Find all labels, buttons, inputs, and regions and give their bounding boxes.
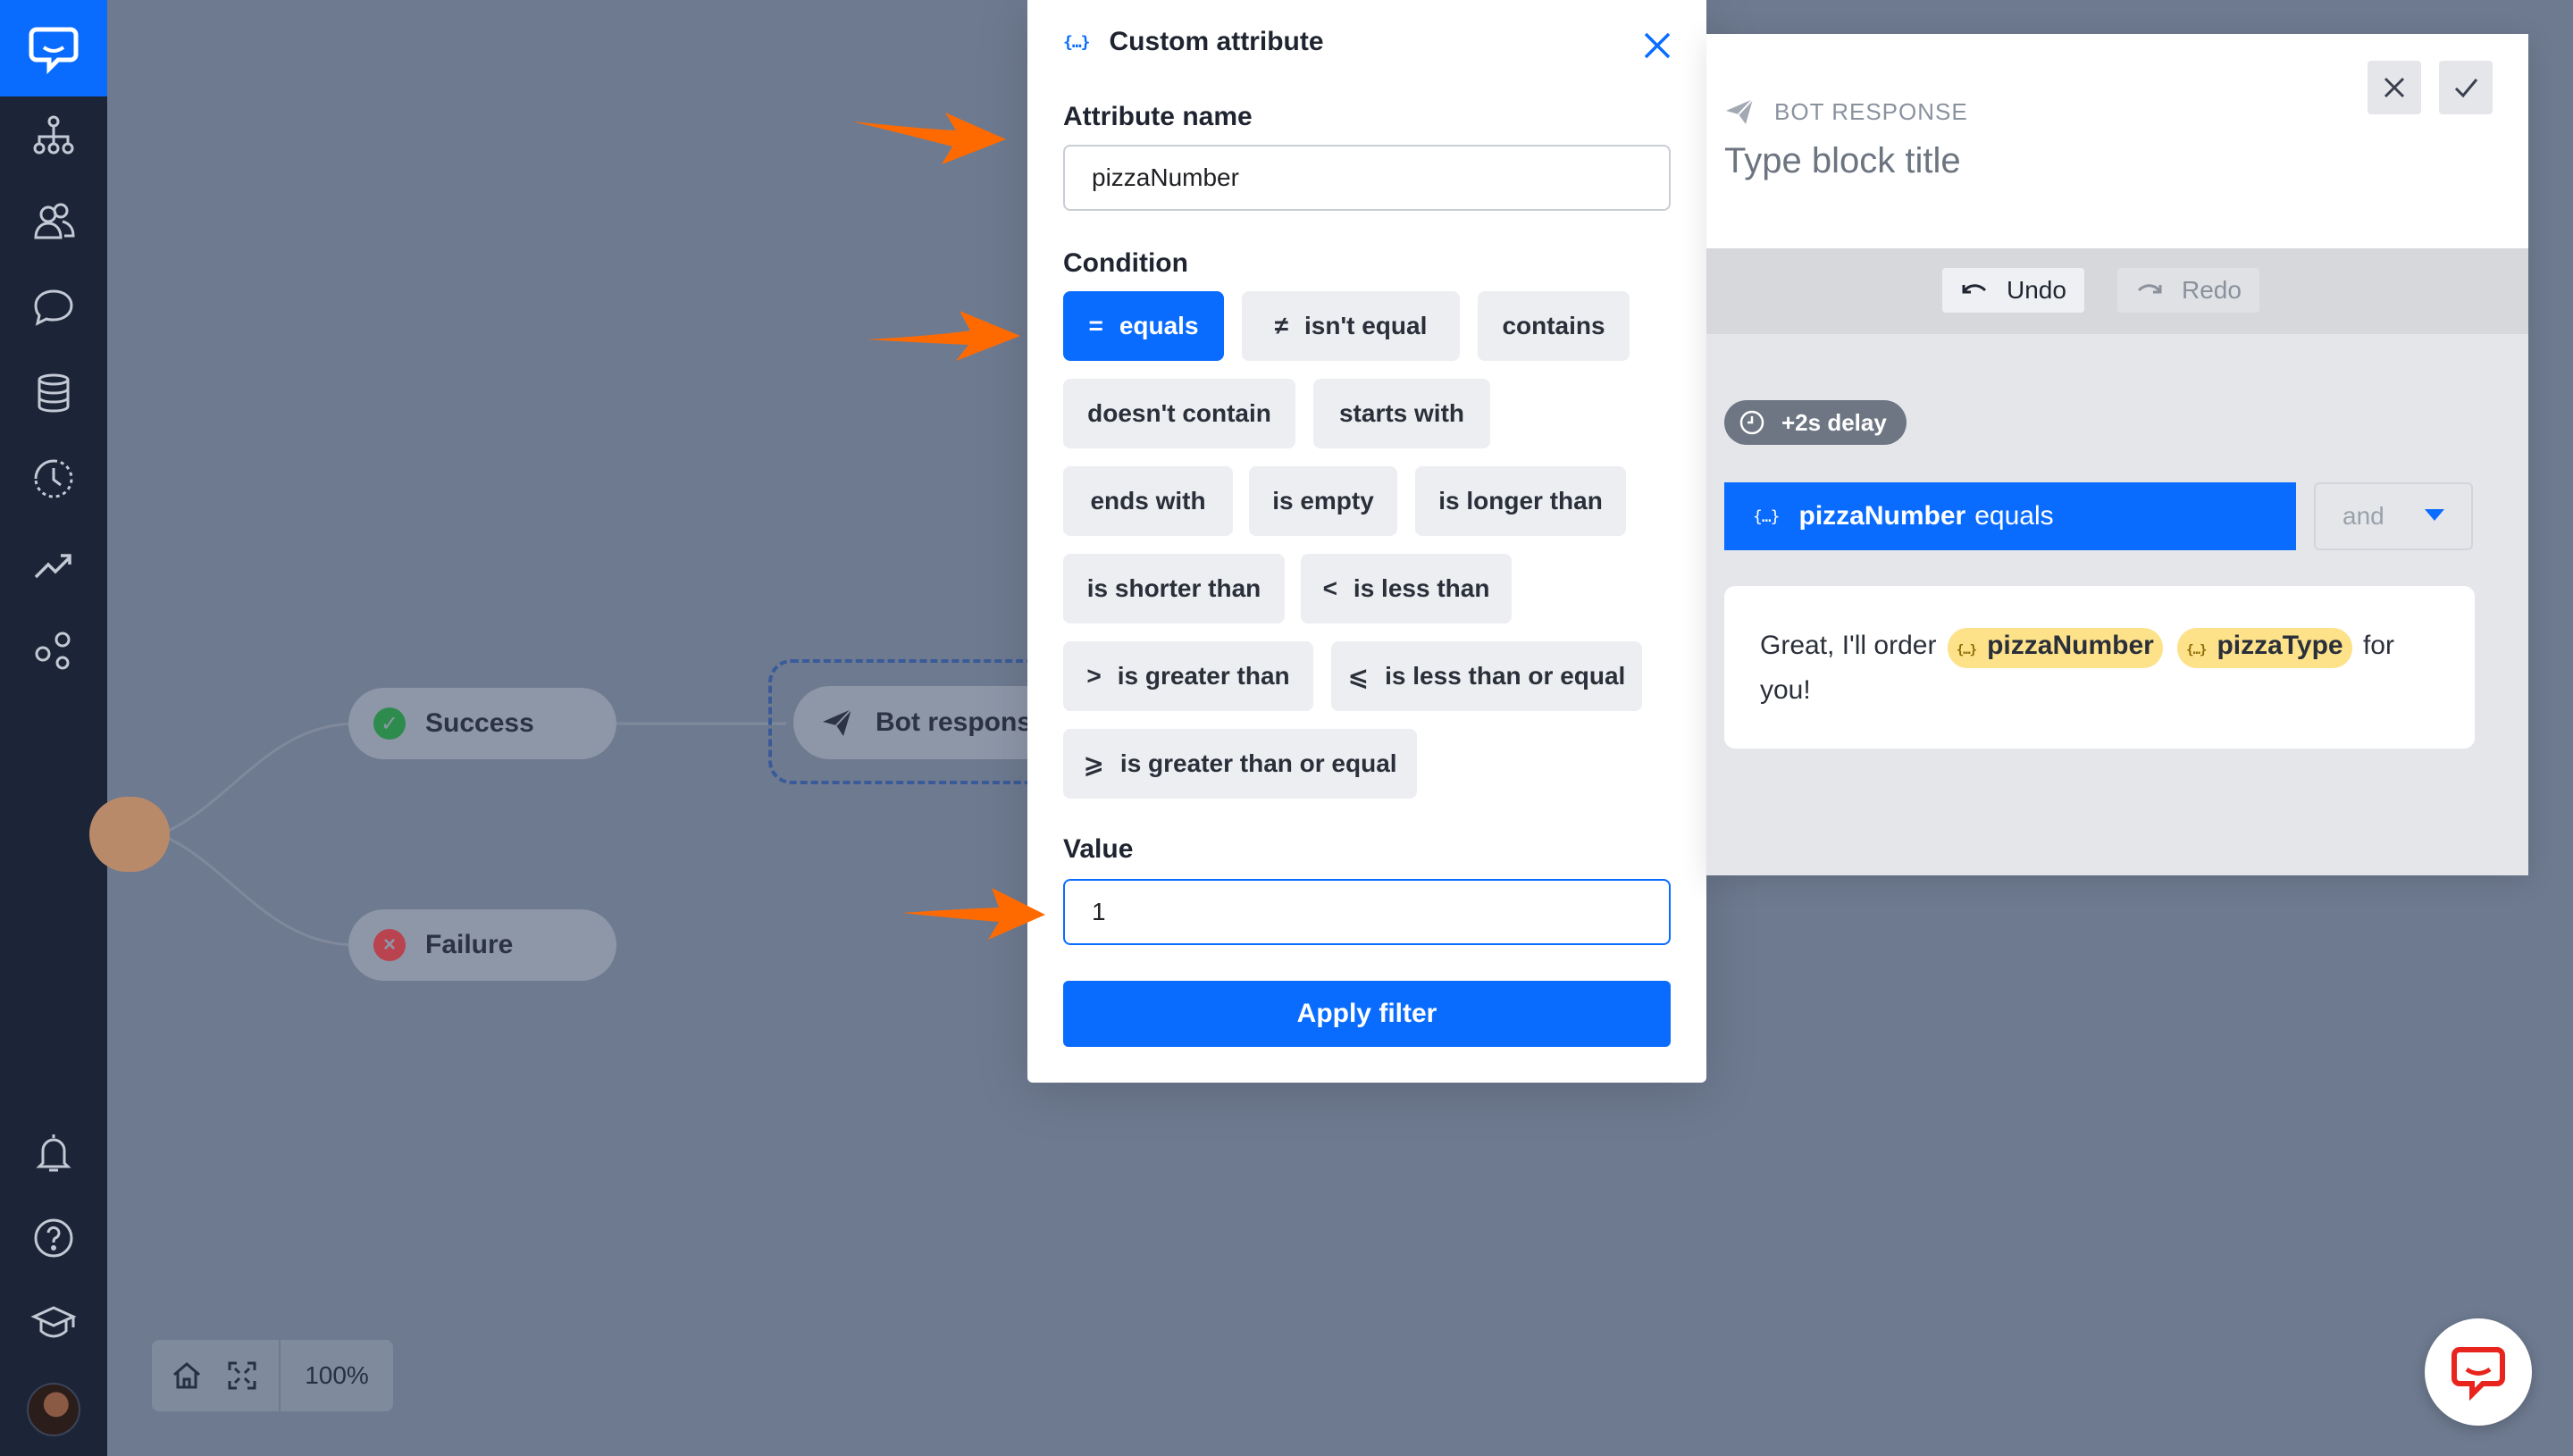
bot-response-node[interactable]: Bot response — [793, 686, 1061, 759]
tag-label: pizzaNumber — [1987, 631, 2154, 660]
modal-title-text: Custom attribute — [1109, 27, 1324, 56]
close-icon[interactable] — [1642, 30, 1672, 61]
condition-label-text: is longer than — [1438, 487, 1603, 515]
condition-label-text: ends with — [1090, 487, 1206, 515]
send-icon — [1726, 98, 1754, 124]
delay-label: +2s delay — [1781, 408, 1887, 436]
success-label: Success — [425, 708, 534, 738]
check-icon[interactable] — [2439, 61, 2493, 114]
condition-isnt-equal[interactable]: ≠ isn't equal — [1242, 291, 1460, 361]
condition-is-empty[interactable]: is empty — [1249, 466, 1397, 536]
zoom-level[interactable]: 100% — [281, 1361, 393, 1390]
attribute-tag[interactable]: {…} pizzaNumber — [1947, 628, 2163, 668]
condition-attribute: pizzaNumber — [1798, 501, 1966, 531]
attribute-icon: {…} — [1063, 32, 1090, 52]
condition-label-text: is empty — [1272, 487, 1374, 515]
greater-equal-symbol: ⩾ — [1083, 749, 1104, 778]
attribute-icon: {…} — [2186, 643, 2207, 657]
filter-condition[interactable]: {…} pizzaNumber equals — [1724, 482, 2296, 550]
condition-equals[interactable]: = equals — [1063, 291, 1224, 361]
redo-button[interactable]: Redo — [2117, 268, 2259, 313]
condition-is-less-than-or-equal[interactable]: ⩽ is less than or equal — [1331, 641, 1642, 711]
greater-than-symbol: > — [1086, 662, 1102, 690]
condition-label-text: is less than or equal — [1385, 662, 1626, 690]
check-icon: ✓ — [373, 707, 406, 740]
condition-label-text: isn't equal — [1304, 312, 1428, 339]
condition-is-greater-than[interactable]: > is greater than — [1063, 641, 1313, 711]
custom-attribute-modal: {…} Custom attribute Attribute name Cond… — [1027, 0, 1706, 1083]
less-equal-symbol: ⩽ — [1347, 662, 1370, 690]
redo-icon — [2137, 284, 2162, 294]
logic-select[interactable]: and — [2314, 482, 2473, 550]
start-node[interactable] — [89, 797, 170, 872]
annotation-arrow-icon — [902, 888, 1045, 940]
condition-is-less-than[interactable]: < is less than — [1301, 554, 1512, 623]
condition-label-text: equals — [1119, 312, 1199, 339]
home-icon[interactable] — [159, 1340, 214, 1411]
condition-label-text: is less than — [1353, 574, 1490, 602]
condition-operator: equals — [1974, 501, 2054, 531]
close-icon[interactable] — [2368, 61, 2421, 114]
send-icon — [823, 708, 852, 736]
panel-header: BOT RESPONSE Type block title — [1706, 34, 2528, 248]
failure-label: Failure — [425, 930, 514, 959]
value-label: Value — [1063, 834, 1134, 864]
condition-label-text: doesn't contain — [1087, 399, 1271, 427]
condition-is-longer-than[interactable]: is longer than — [1415, 466, 1626, 536]
attribute-tag[interactable]: {…} pizzaType — [2177, 628, 2352, 668]
chat-icon — [2451, 1347, 2505, 1402]
chevron-down-icon — [2425, 509, 2444, 521]
condition-is-greater-than-or-equal[interactable]: ⩾ is greater than or equal — [1063, 729, 1417, 799]
redo-label: Redo — [2182, 276, 2242, 304]
undo-label: Undo — [2007, 276, 2066, 304]
clock-icon — [1739, 410, 1764, 435]
not-equal-symbol: ≠ — [1274, 312, 1288, 339]
condition-doesnt-contain[interactable]: doesn't contain — [1063, 379, 1295, 448]
modal-title: {…} Custom attribute — [1063, 27, 1324, 57]
bot-response-panel: BOT RESPONSE Type block title Undo Redo … — [1706, 34, 2528, 875]
condition-ends-with[interactable]: ends with — [1063, 466, 1233, 536]
chat-widget-button[interactable] — [2425, 1318, 2532, 1426]
condition-contains[interactable]: contains — [1478, 291, 1630, 361]
condition-label-text: is greater than or equal — [1119, 749, 1397, 777]
apply-filter-button[interactable]: Apply filter — [1063, 981, 1671, 1047]
annotation-arrow-icon — [852, 113, 1006, 164]
delay-badge[interactable]: +2s delay — [1724, 400, 1907, 445]
tag-label: pizzaType — [2217, 631, 2343, 660]
failure-node[interactable]: × Failure — [348, 909, 616, 981]
condition-starts-with[interactable]: starts with — [1313, 379, 1490, 448]
panel-type: BOT RESPONSE — [1724, 96, 1968, 127]
bot-node-label: Bot response — [876, 707, 1047, 737]
value-input[interactable] — [1063, 879, 1671, 945]
attribute-name-label: Attribute name — [1063, 102, 1253, 131]
message-bubble[interactable]: Great, I'll order {…} pizzaNumber {…} pizz… — [1724, 586, 2475, 749]
logic-select-value: and — [2343, 502, 2384, 530]
condition-label-text: is greater than — [1117, 662, 1290, 690]
condition-is-shorter-than[interactable]: is shorter than — [1063, 554, 1285, 623]
zoom-controls: 100% — [152, 1340, 393, 1411]
annotation-arrow-icon — [867, 311, 1020, 361]
panel-type-label: BOT RESPONSE — [1774, 97, 1968, 125]
attribute-icon: {…} — [1753, 506, 1780, 526]
undo-icon — [1962, 284, 1987, 294]
equals-symbol: = — [1088, 312, 1103, 339]
attribute-icon: {…} — [1956, 643, 1977, 657]
block-title-input[interactable]: Type block title — [1724, 141, 1961, 181]
fit-screen-icon[interactable] — [214, 1340, 270, 1411]
undo-button[interactable]: Undo — [1942, 268, 2084, 313]
condition-label-text: starts with — [1338, 399, 1465, 427]
success-node[interactable]: ✓ Success — [348, 688, 616, 759]
condition-label-text: contains — [1502, 312, 1605, 339]
x-circle-icon: × — [373, 929, 406, 961]
attribute-name-input[interactable] — [1063, 145, 1671, 211]
condition-label-text: is shorter than — [1086, 574, 1261, 602]
message-text: Great, I'll order — [1760, 631, 1937, 660]
condition-label: Condition — [1063, 248, 1188, 278]
less-than-symbol: < — [1322, 574, 1337, 602]
